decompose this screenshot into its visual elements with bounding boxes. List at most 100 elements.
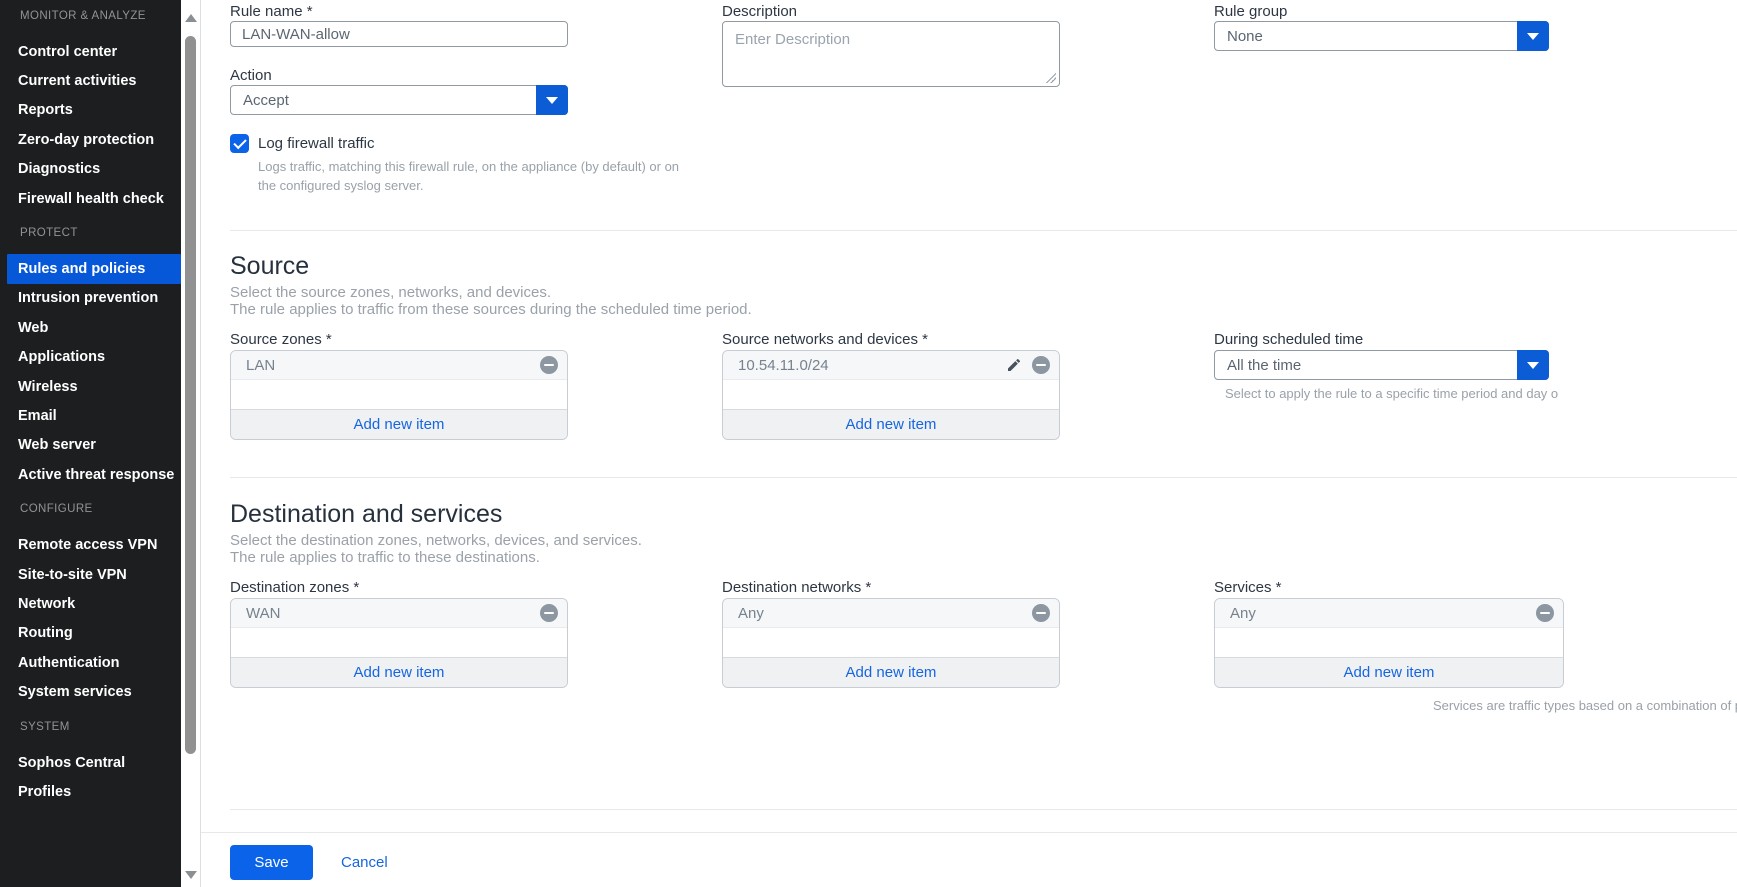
- action-dropdown[interactable]: Accept: [230, 85, 568, 115]
- sidebar-item-sophos-central[interactable]: Sophos Central: [7, 748, 181, 777]
- add-new-item-button[interactable]: Add new item: [231, 657, 567, 687]
- sidebar-item-control-center[interactable]: Control center: [7, 37, 181, 66]
- minus-bar: [1036, 364, 1046, 366]
- list-item: Any: [723, 599, 1059, 628]
- remove-item-icon[interactable]: [540, 604, 558, 622]
- during-scheduled-time-value: All the time: [1215, 351, 1517, 379]
- during-scheduled-time-dropdown[interactable]: All the time: [1214, 350, 1549, 380]
- sidebar-item-network[interactable]: Network: [7, 589, 181, 618]
- sidebar-item-profiles[interactable]: Profiles: [7, 777, 181, 806]
- listbox-empty-area: [723, 380, 1059, 409]
- sidebar-item-active-threat-response[interactable]: Active threat response: [7, 460, 181, 489]
- source-zones-listbox: LAN Add new item: [230, 350, 568, 440]
- minus-bar: [1540, 612, 1550, 614]
- destination-zones-label: Destination zones *: [230, 579, 359, 596]
- sidebar-nav: MONITOR & ANALYZEControl centerCurrent a…: [0, 10, 181, 807]
- description-field: [722, 21, 1060, 87]
- save-button[interactable]: Save: [230, 845, 313, 880]
- source-subtitle-2: The rule applies to traffic from these s…: [230, 301, 752, 318]
- list-item: LAN: [231, 351, 567, 380]
- check-icon: [233, 135, 246, 148]
- sidebar-item-authentication[interactable]: Authentication: [7, 648, 181, 677]
- action-label: Action: [230, 67, 272, 84]
- destination-subtitle-2: The rule applies to traffic to these des…: [230, 549, 540, 566]
- listbox-empty-area: [1215, 628, 1563, 657]
- destination-section-title: Destination and services: [230, 500, 502, 529]
- scrollbar-up-arrow-icon[interactable]: [185, 14, 197, 22]
- log-firewall-traffic-label[interactable]: Log firewall traffic: [258, 135, 374, 152]
- scrollbar-thumb[interactable]: [185, 36, 196, 754]
- sidebar-section-protect: PROTECT: [0, 227, 181, 254]
- rule-group-label: Rule group: [1214, 3, 1287, 20]
- log-firewall-traffic-help-2: the configured syslog server.: [258, 176, 423, 195]
- sidebar-item-intrusion-prevention[interactable]: Intrusion prevention: [7, 284, 181, 313]
- sidebar-item-zero-day-protection[interactable]: Zero-day protection: [7, 125, 181, 154]
- edit-pencil-icon[interactable]: [1006, 357, 1023, 374]
- services-help: Services are traffic types based on a co…: [1433, 696, 1737, 715]
- action-dropdown-button[interactable]: [536, 85, 568, 115]
- during-scheduled-time-help: Select to apply the rule to a specific t…: [1225, 384, 1558, 403]
- sidebar-item-web[interactable]: Web: [7, 313, 181, 342]
- description-textarea[interactable]: [722, 21, 1060, 87]
- chevron-down-icon: [1527, 33, 1539, 40]
- sidebar-item-current-activities[interactable]: Current activities: [7, 66, 181, 95]
- sidebar-item-diagnostics[interactable]: Diagnostics: [7, 155, 181, 184]
- rule-name-input[interactable]: [230, 21, 568, 47]
- description-label: Description: [722, 3, 797, 20]
- remove-item-icon[interactable]: [540, 356, 558, 374]
- chevron-down-icon: [546, 97, 558, 104]
- section-divider: [230, 477, 1737, 478]
- remove-item-icon[interactable]: [1032, 604, 1050, 622]
- sidebar-item-rules-and-policies[interactable]: Rules and policies: [7, 254, 181, 283]
- cancel-button[interactable]: Cancel: [341, 854, 388, 871]
- main-content: Rule name * Description Rule group None …: [200, 0, 1737, 887]
- sidebar-scrollbar[interactable]: [181, 0, 200, 887]
- footer-divider: [201, 832, 1737, 833]
- list-item: 10.54.11.0/24: [723, 351, 1059, 380]
- add-new-item-button[interactable]: Add new item: [723, 657, 1059, 687]
- listbox-empty-area: [231, 628, 567, 657]
- add-new-item-button[interactable]: Add new item: [723, 409, 1059, 439]
- sidebar-item-site-to-site-vpn[interactable]: Site-to-site VPN: [7, 560, 181, 589]
- remove-item-icon[interactable]: [1536, 604, 1554, 622]
- scrollbar-down-arrow-icon[interactable]: [185, 871, 197, 879]
- rule-group-dropdown-button[interactable]: [1517, 21, 1549, 51]
- destination-networks-listbox: Any Add new item: [722, 598, 1060, 688]
- list-item: Any: [1215, 599, 1563, 628]
- log-firewall-traffic-checkbox[interactable]: [230, 134, 249, 153]
- list-item-label: Any: [1230, 605, 1536, 622]
- add-new-item-button[interactable]: Add new item: [231, 409, 567, 439]
- section-divider: [230, 809, 1737, 810]
- remove-item-icon[interactable]: [1032, 356, 1050, 374]
- sidebar-item-routing[interactable]: Routing: [7, 619, 181, 648]
- sidebar-item-firewall-health-check[interactable]: Firewall health check: [7, 184, 181, 213]
- sidebar-item-reports[interactable]: Reports: [7, 96, 181, 125]
- add-new-item-button[interactable]: Add new item: [1215, 657, 1563, 687]
- list-item-label: 10.54.11.0/24: [738, 357, 1006, 374]
- destination-zones-listbox: WAN Add new item: [230, 598, 568, 688]
- source-subtitle-1: Select the source zones, networks, and d…: [230, 284, 551, 301]
- sidebar-item-email[interactable]: Email: [7, 401, 181, 430]
- listbox-empty-area: [723, 628, 1059, 657]
- destination-subtitle-1: Select the destination zones, networks, …: [230, 532, 642, 549]
- sidebar-item-system-services[interactable]: System services: [7, 677, 181, 706]
- services-listbox: Any Add new item: [1214, 598, 1564, 688]
- sidebar-section-system: SYSTEM: [0, 721, 181, 748]
- services-label: Services *: [1214, 579, 1282, 596]
- sidebar-item-wireless[interactable]: Wireless: [7, 372, 181, 401]
- rule-group-dropdown[interactable]: None: [1214, 21, 1549, 51]
- listbox-empty-area: [231, 380, 567, 409]
- rule-group-dropdown-value: None: [1215, 22, 1517, 50]
- sidebar-item-web-server[interactable]: Web server: [7, 431, 181, 460]
- during-scheduled-time-button[interactable]: [1517, 350, 1549, 380]
- action-dropdown-value: Accept: [231, 86, 536, 114]
- sidebar-item-remote-access-vpn[interactable]: Remote access VPN: [7, 530, 181, 559]
- minus-bar: [1036, 612, 1046, 614]
- source-zones-label: Source zones *: [230, 331, 332, 348]
- during-scheduled-time-label: During scheduled time: [1214, 331, 1363, 348]
- list-item: WAN: [231, 599, 567, 628]
- sidebar-section-configure: CONFIGURE: [0, 503, 181, 530]
- sidebar-item-applications[interactable]: Applications: [7, 343, 181, 372]
- destination-networks-label: Destination networks *: [722, 579, 871, 596]
- source-section-title: Source: [230, 252, 309, 281]
